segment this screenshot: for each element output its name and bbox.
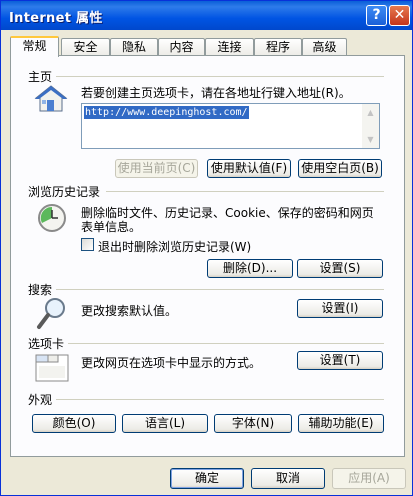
history-group-title: 浏览历史记录 [28,185,101,199]
tabs-description: 更改网页在选项卡中显示的方式。 [81,356,262,370]
help-button[interactable]: ? [366,5,387,26]
apply-button[interactable]: 应用(A) [332,468,406,489]
home-icon [34,85,68,112]
close-button[interactable]: ✕ [389,5,410,26]
home-description: 若要创建主页选项卡，请在各地址行键入地址(R)。 [81,86,351,100]
cancel-button[interactable]: 取消 [251,468,325,489]
help-icon: ? [372,7,381,23]
tab-security[interactable]: 安全 [61,38,110,56]
internet-properties-dialog: Internet 属性 ? ✕ 常规 安全 隐私 内容 连接 程序 高级 主页 … [0,0,413,496]
tab-privacy[interactable]: 隐私 [110,38,158,56]
use-blank-button[interactable]: 使用空白页(B) [298,159,382,178]
scroll-up-icon[interactable]: ▲ [363,105,378,120]
accessibility-button[interactable]: 辅助功能(E) [298,414,384,433]
delete-on-exit-checkbox[interactable] [81,238,94,251]
home-page-url-textarea[interactable]: http://www.deepinghost.com/ ▲ ▼ [81,103,380,149]
languages-button[interactable]: 语言(L) [122,414,208,433]
fonts-button[interactable]: 字体(N) [214,414,292,433]
delete-on-exit-label[interactable]: 退出时删除浏览历史记录(W) [98,238,251,255]
tabbed-window-icon [35,354,69,382]
tabs-group-divider [68,343,384,344]
magnifier-icon [37,298,65,329]
window-title: Internet 属性 [9,11,103,26]
tabs-settings-button[interactable]: 设置(T) [297,351,383,370]
search-group-divider [56,289,384,290]
url-scrollbar[interactable]: ▲ ▼ [362,104,379,148]
tab-content[interactable]: 内容 [158,38,205,56]
history-settings-button[interactable]: 设置(S) [297,259,383,278]
search-description: 更改搜索默认值。 [81,304,178,318]
appearance-group-divider [56,399,384,400]
delete-history-button[interactable]: 删除(D)... [207,259,293,278]
scroll-down-icon[interactable]: ▼ [363,132,378,147]
tab-general[interactable]: 常规 [10,36,59,57]
use-default-button[interactable]: 使用默认值(F) [207,159,291,178]
home-group-divider [56,76,384,77]
tabs-group-title: 选项卡 [28,337,65,351]
colors-button[interactable]: 颜色(O) [32,414,116,433]
title-bar[interactable]: Internet 属性 ? ✕ [1,1,412,30]
close-icon: ✕ [393,7,406,23]
history-group-divider [106,191,384,192]
ok-button[interactable]: 确定 [170,468,244,489]
tab-programs[interactable]: 程序 [254,38,302,56]
tab-connections[interactable]: 连接 [205,38,254,56]
history-description-line2: 表单信息。 [81,220,142,234]
tab-advanced[interactable]: 高级 [302,38,347,56]
history-clock-icon [38,204,66,232]
appearance-group-title: 外观 [28,393,53,407]
search-settings-button[interactable]: 设置(I) [297,299,383,318]
use-current-page-button[interactable]: 使用当前页(C) [115,159,198,178]
home-group-title: 主页 [28,70,53,84]
home-page-url: http://www.deepinghost.com/ [84,106,249,119]
